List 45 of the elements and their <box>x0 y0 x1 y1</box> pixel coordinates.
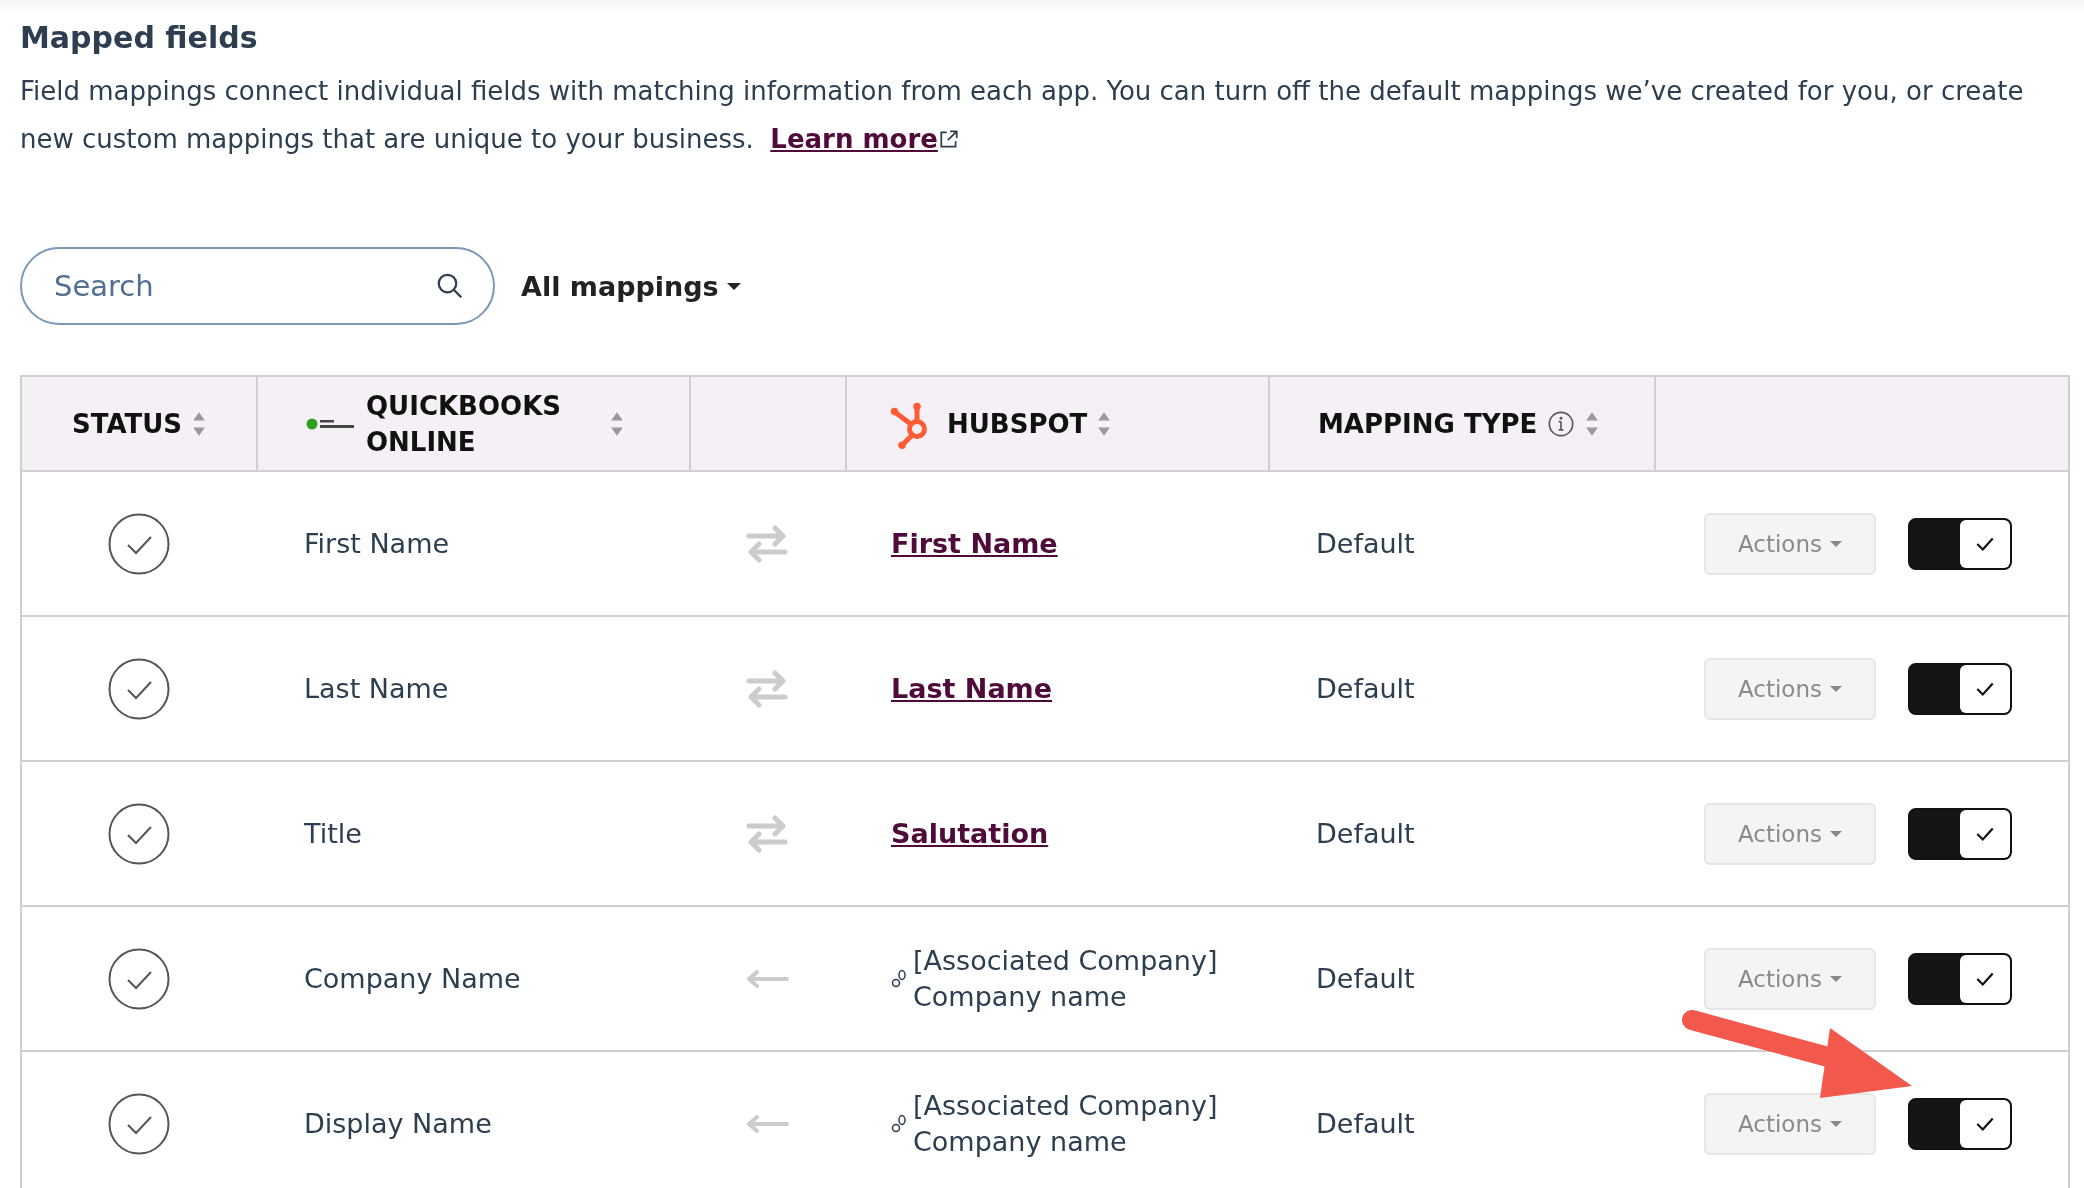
quickbooks-field: First Name <box>304 528 450 559</box>
toggle-switch[interactable] <box>1908 952 2012 1005</box>
quickbooks-field: Company Name <box>304 963 521 994</box>
info-icon <box>1547 409 1576 438</box>
status-check-icon <box>108 802 170 865</box>
hubspot-field: [Associated Company] Company name <box>913 942 1233 1015</box>
association-icon <box>891 1113 907 1134</box>
section-description: Field mappings connect individual fields with matching information from each app. You can turn off the default mappings we’ve created for you, or create new custom mappings that are unique to your business. Learn more <box>20 75 2025 156</box>
quickbooks-field: Last Name <box>304 673 449 704</box>
column-header[interactable]: MAPPING TYPE <box>1318 408 1538 439</box>
left-arrow-icon <box>745 1113 789 1134</box>
hubspot-field-link[interactable]: Last Name <box>891 673 1053 704</box>
filter-dropdown[interactable]: All mappings <box>521 270 741 302</box>
two-way-arrows-icon <box>745 523 789 564</box>
status-check-icon <box>108 947 170 1010</box>
two-way-arrows-icon <box>745 813 789 854</box>
status-check-icon <box>108 657 170 720</box>
toggle-switch[interactable] <box>1908 807 2012 860</box>
mapping-type: Default <box>1316 963 1415 994</box>
column-header[interactable]: HUBSPOT <box>947 408 1088 439</box>
toggle-switch[interactable] <box>1908 517 2012 570</box>
mapping-type: Default <box>1316 1108 1415 1139</box>
section-title: Mapped fields <box>20 20 259 55</box>
column-header[interactable]: QUICKBOOKS ONLINE <box>366 387 576 460</box>
hubspot-field-link[interactable]: Salutation <box>891 818 1049 849</box>
column-header[interactable]: STATUS <box>71 408 183 439</box>
left-arrow-icon <box>745 968 789 989</box>
quickbooks-field: Display Name <box>304 1108 492 1139</box>
two-way-arrows-icon <box>745 668 789 709</box>
mapping-type: Default <box>1316 673 1415 704</box>
hubspot-field: [Associated Company] Company name <box>913 1087 1233 1160</box>
mapping-type: Default <box>1316 528 1415 559</box>
search-icon <box>435 271 465 301</box>
status-check-icon <box>108 1092 170 1155</box>
external-link-icon <box>937 128 960 150</box>
toggle-switch[interactable] <box>1908 662 2012 715</box>
hubspot-field-link[interactable]: First Name <box>891 528 1058 559</box>
quickbooks-logo-icon <box>306 416 356 431</box>
association-icon <box>891 968 907 989</box>
quickbooks-field: Title <box>304 818 362 849</box>
learn-more-link[interactable]: Learn more <box>770 124 938 154</box>
toggle-switch[interactable] <box>1908 1097 2012 1150</box>
status-check-icon <box>108 512 170 575</box>
mapping-type: Default <box>1316 818 1415 849</box>
search-field[interactable]: Search <box>20 247 495 325</box>
